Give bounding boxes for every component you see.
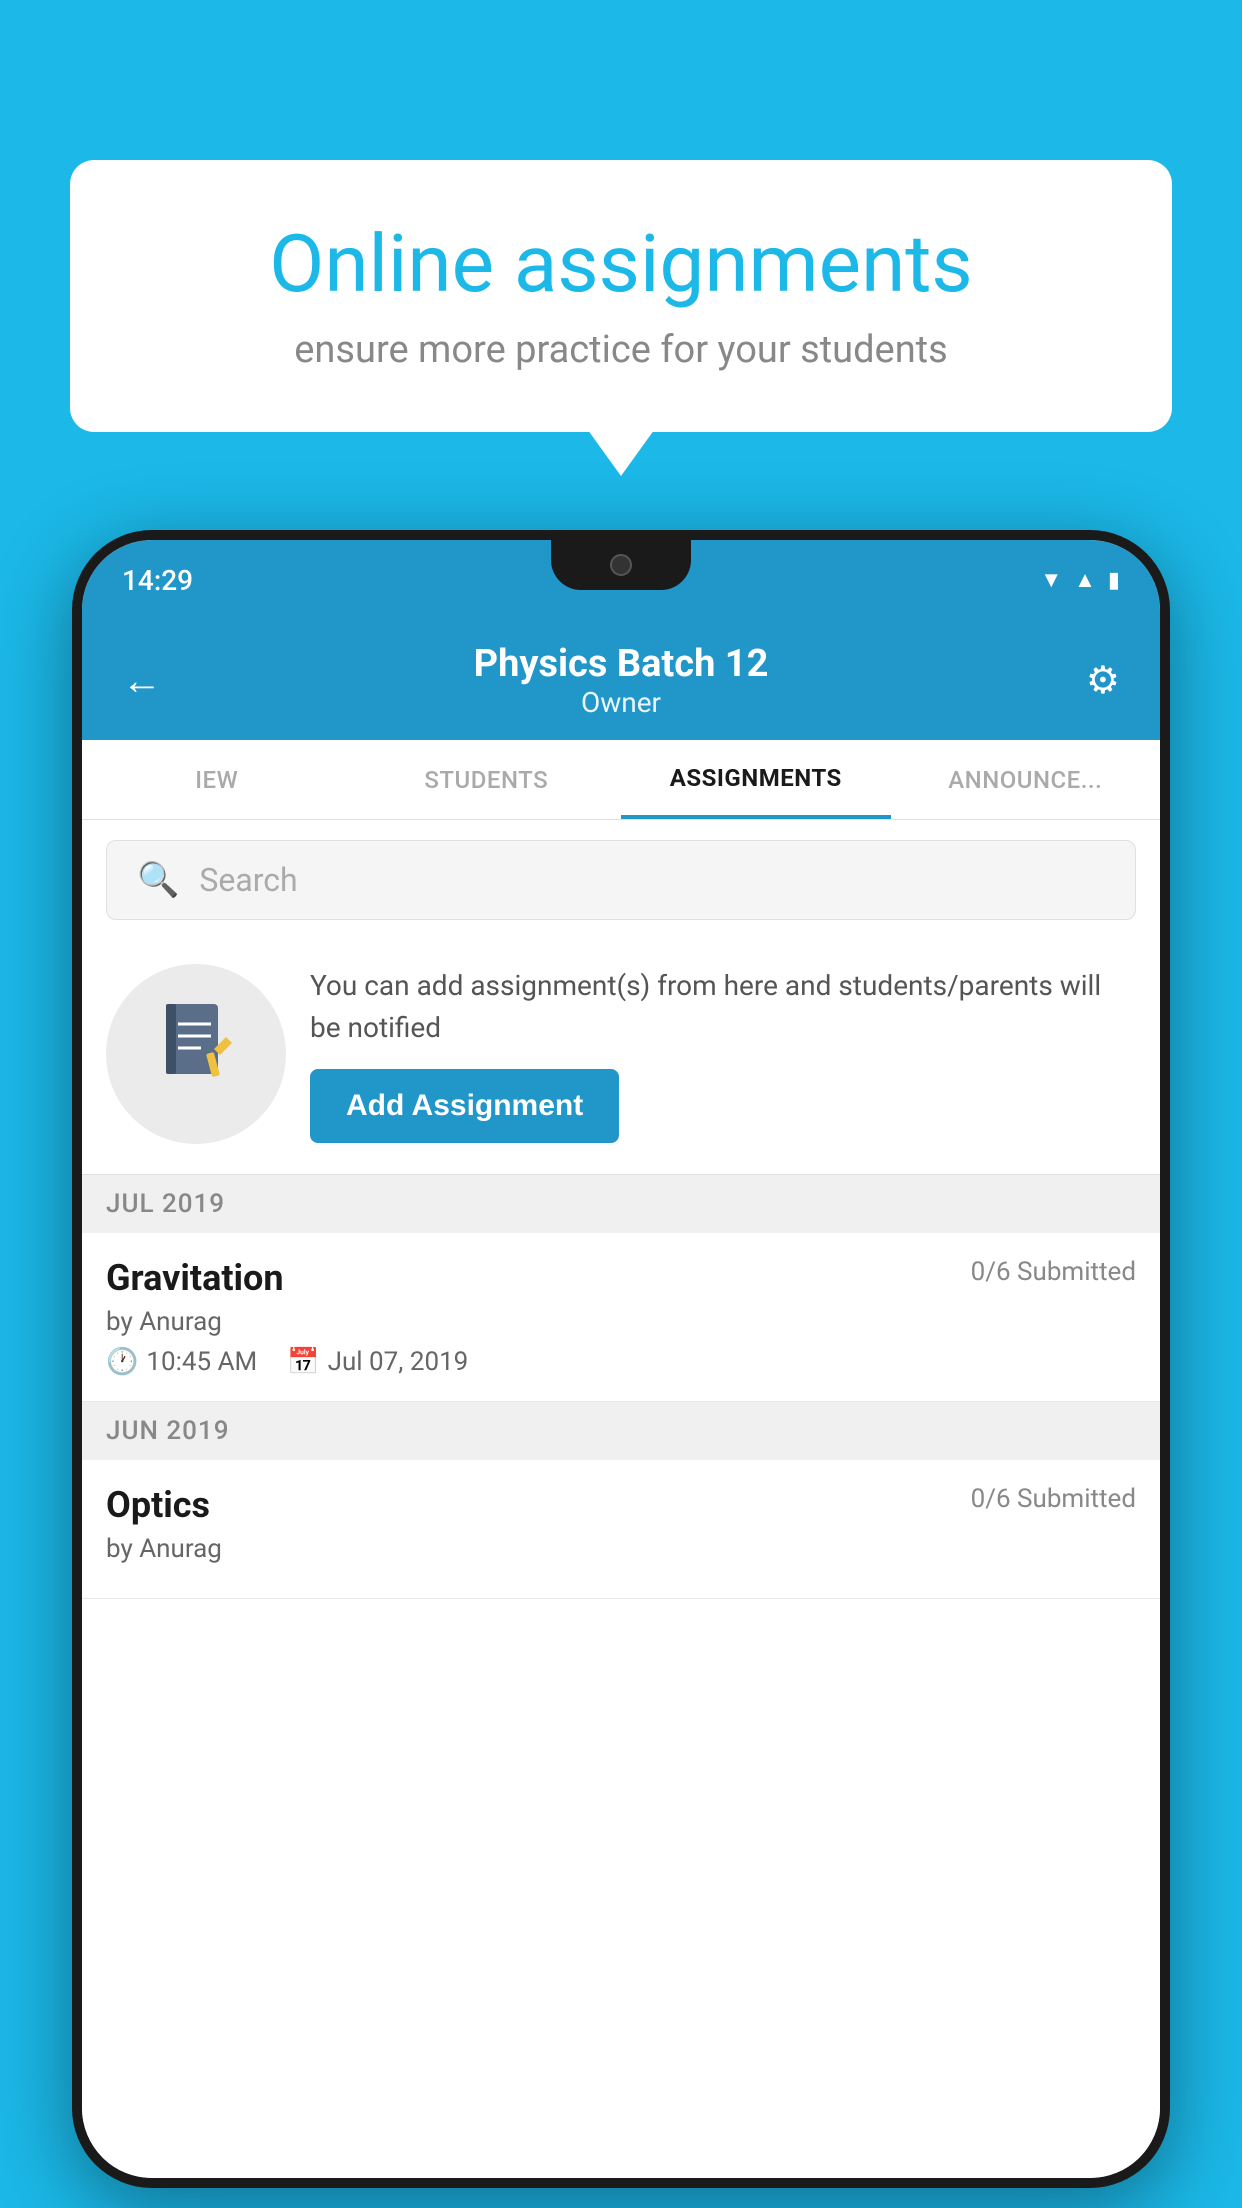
promo-right: You can add assignment(s) from here and … [310, 965, 1136, 1143]
tab-announcements[interactable]: ANNOUNCE... [891, 740, 1161, 819]
speech-bubble: Online assignments ensure more practice … [70, 160, 1172, 432]
battery-icon: ▮ [1108, 568, 1120, 593]
assignment-submitted-gravitation: 0/6 Submitted [971, 1257, 1136, 1287]
search-placeholder: Search [199, 861, 297, 899]
month-label-jun: JUN 2019 [106, 1416, 229, 1446]
promo-text: You can add assignment(s) from here and … [310, 965, 1136, 1049]
notebook-icon [156, 999, 236, 1109]
assignment-submitted-optics: 0/6 Submitted [971, 1484, 1136, 1514]
speech-bubble-container: Online assignments ensure more practice … [70, 160, 1172, 432]
header-title-block: Physics Batch 12 Owner [474, 642, 769, 719]
assignment-name-optics: Optics [106, 1484, 210, 1526]
signal-icon: ▲ [1074, 567, 1096, 593]
promo-icon-circle [106, 964, 286, 1144]
search-bar-wrap: 🔍 Search [82, 820, 1160, 940]
assignment-date-item: 📅 Jul 07, 2019 [287, 1347, 468, 1377]
notch [551, 540, 691, 590]
tabs-bar: IEW STUDENTS ASSIGNMENTS ANNOUNCE... [82, 740, 1160, 820]
search-icon: 🔍 [137, 860, 179, 900]
assignment-top-gravitation: Gravitation 0/6 Submitted [106, 1257, 1136, 1299]
tab-iew[interactable]: IEW [82, 740, 352, 819]
tab-assignments[interactable]: ASSIGNMENTS [621, 740, 891, 819]
month-header-jul: JUL 2019 [82, 1175, 1160, 1233]
phone-screen: 14:29 ▼ ▲ ▮ ← Physics Batch 12 Owner ⚙ I… [82, 540, 1160, 2178]
month-header-jun: JUN 2019 [82, 1402, 1160, 1460]
settings-icon[interactable]: ⚙ [1086, 658, 1120, 703]
wifi-icon: ▼ [1040, 567, 1062, 593]
month-label-jul: JUL 2019 [106, 1189, 225, 1219]
phone-content: 🔍 Search [82, 820, 1160, 2178]
search-bar[interactable]: 🔍 Search [106, 840, 1136, 920]
tab-assignments-label: ASSIGNMENTS [670, 764, 842, 792]
assignment-time-item: 🕐 10:45 AM [106, 1347, 257, 1377]
assignment-meta-gravitation: 🕐 10:45 AM 📅 Jul 07, 2019 [106, 1347, 1136, 1377]
front-camera [610, 554, 632, 576]
status-time: 14:29 [122, 564, 193, 597]
tab-students[interactable]: STUDENTS [352, 740, 622, 819]
header-title: Physics Batch 12 [474, 642, 769, 686]
bubble-title: Online assignments [140, 220, 1102, 308]
phone-frame: 14:29 ▼ ▲ ▮ ← Physics Batch 12 Owner ⚙ I… [72, 530, 1170, 2188]
app-header: ← Physics Batch 12 Owner ⚙ [82, 620, 1160, 740]
assignment-date: Jul 07, 2019 [328, 1347, 469, 1377]
add-assignment-promo: You can add assignment(s) from here and … [82, 940, 1160, 1175]
clock-icon: 🕐 [106, 1347, 138, 1377]
bubble-subtitle: ensure more practice for your students [140, 328, 1102, 372]
assignment-by-gravitation: by Anurag [106, 1307, 1136, 1337]
assignment-by-optics: by Anurag [106, 1534, 1136, 1564]
status-bar: 14:29 ▼ ▲ ▮ [82, 540, 1160, 620]
status-icons: ▼ ▲ ▮ [1040, 567, 1120, 593]
calendar-icon: 📅 [287, 1347, 319, 1377]
header-subtitle: Owner [474, 686, 769, 719]
assignment-name-gravitation: Gravitation [106, 1257, 284, 1299]
back-button[interactable]: ← [122, 657, 162, 704]
add-assignment-button[interactable]: Add Assignment [310, 1069, 619, 1143]
assignment-top-optics: Optics 0/6 Submitted [106, 1484, 1136, 1526]
assignment-gravitation[interactable]: Gravitation 0/6 Submitted by Anurag 🕐 10… [82, 1233, 1160, 1402]
tab-students-label: STUDENTS [424, 766, 548, 794]
tab-announcements-label: ANNOUNCE... [948, 766, 1102, 794]
assignment-optics[interactable]: Optics 0/6 Submitted by Anurag [82, 1460, 1160, 1599]
tab-iew-label: IEW [195, 766, 238, 794]
assignment-time: 10:45 AM [146, 1347, 257, 1377]
